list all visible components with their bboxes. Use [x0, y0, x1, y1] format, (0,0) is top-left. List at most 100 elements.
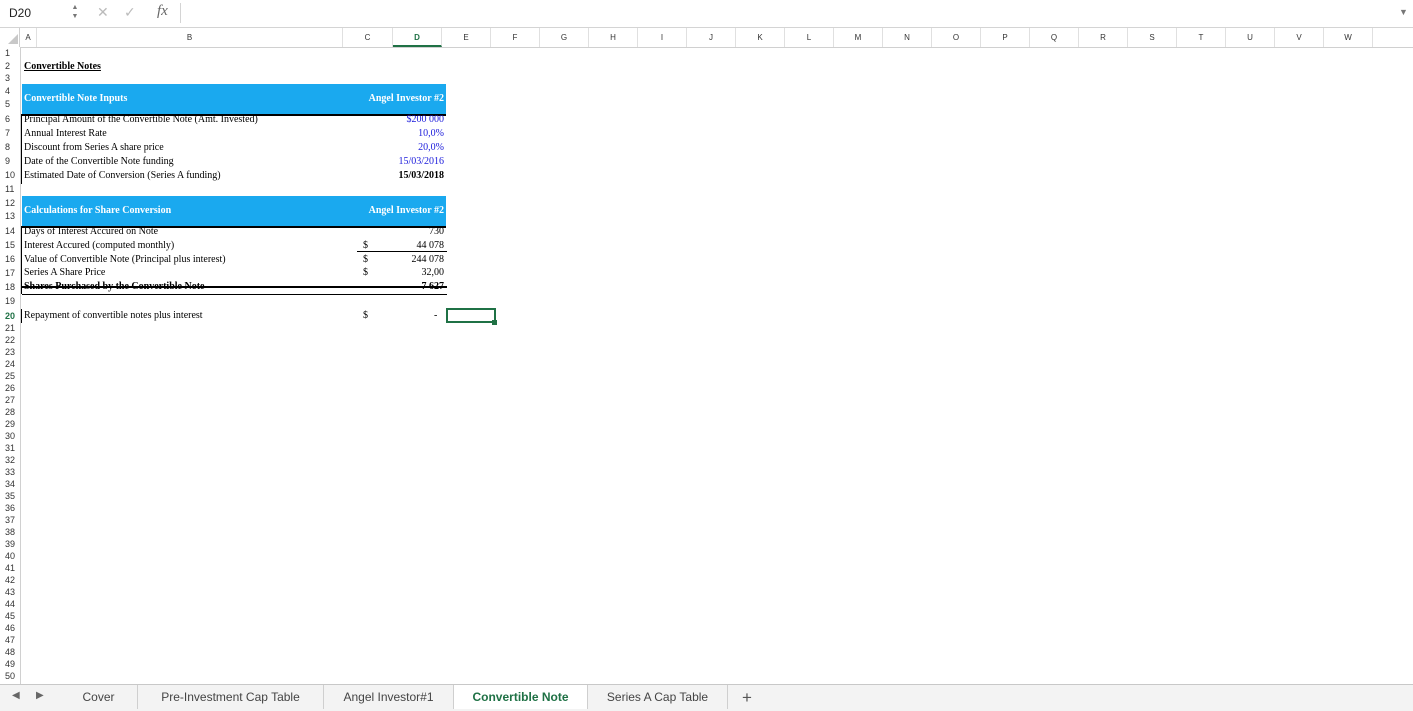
prev-sheet-icon[interactable]: ◀	[12, 690, 20, 701]
input-label[interactable]: Annual Interest Rate	[24, 128, 107, 140]
function-icon[interactable]: fx	[157, 3, 168, 20]
row-header-10[interactable]: 10	[0, 170, 19, 180]
row-header-29[interactable]: 29	[0, 419, 19, 429]
column-header-o[interactable]: O	[932, 28, 981, 47]
column-header-i[interactable]: I	[638, 28, 687, 47]
confirm-icon[interactable]: ✓	[124, 4, 136, 21]
row-header-3[interactable]: 3	[0, 73, 19, 83]
row-header-33[interactable]: 33	[0, 467, 19, 477]
row-header-32[interactable]: 32	[0, 455, 19, 465]
row-header-44[interactable]: 44	[0, 599, 19, 609]
input-value[interactable]: 20,0%	[357, 142, 444, 154]
row-header-9[interactable]: 9	[0, 156, 19, 166]
active-cell-d20[interactable]	[446, 308, 496, 323]
sheet-tab-cover[interactable]: Cover	[60, 685, 138, 709]
row-header-37[interactable]: 37	[0, 515, 19, 525]
column-header-k[interactable]: K	[736, 28, 785, 47]
row-header-17[interactable]: 17	[0, 268, 19, 278]
repayment-currency[interactable]: $	[363, 310, 368, 322]
row-header-28[interactable]: 28	[0, 407, 19, 417]
repayment-label[interactable]: Repayment of convertible notes plus inte…	[24, 310, 203, 322]
row-header-42[interactable]: 42	[0, 575, 19, 585]
name-box[interactable]: D20	[9, 6, 31, 20]
input-label[interactable]: Date of the Convertible Note funding	[24, 156, 174, 168]
next-sheet-icon[interactable]: ▶	[36, 690, 44, 701]
row-header-50[interactable]: 50	[0, 671, 19, 681]
name-box-stepper-icon[interactable]: ▲ ▼	[70, 3, 80, 21]
row-header-49[interactable]: 49	[0, 659, 19, 669]
column-header-g[interactable]: G	[540, 28, 589, 47]
input-value[interactable]: 10,0%	[357, 128, 444, 140]
row-header-14[interactable]: 14	[0, 226, 19, 236]
sheet-tab-series-a-cap-table[interactable]: Series A Cap Table	[588, 685, 728, 709]
calc-value[interactable]: 244 078	[377, 254, 445, 266]
column-header-p[interactable]: P	[981, 28, 1030, 47]
row-header-38[interactable]: 38	[0, 527, 19, 537]
column-header-b[interactable]: B	[37, 28, 343, 47]
column-header-v[interactable]: V	[1275, 28, 1324, 47]
row-header-4[interactable]: 4	[0, 86, 19, 96]
row-header-7[interactable]: 7	[0, 128, 19, 138]
column-header-a[interactable]: A	[20, 28, 37, 47]
row-header-8[interactable]: 8	[0, 142, 19, 152]
row-header-39[interactable]: 39	[0, 539, 19, 549]
sheet-title[interactable]: Convertible Notes	[24, 61, 101, 73]
row-header-12[interactable]: 12	[0, 198, 19, 208]
fill-handle[interactable]	[492, 320, 497, 325]
row-header-30[interactable]: 30	[0, 431, 19, 441]
row-header-6[interactable]: 6	[0, 114, 19, 124]
row-header-15[interactable]: 15	[0, 240, 19, 250]
row-header-23[interactable]: 23	[0, 347, 19, 357]
input-value[interactable]: 15/03/2016	[357, 156, 444, 168]
row-header-5[interactable]: 5	[0, 99, 19, 109]
column-header-q[interactable]: Q	[1030, 28, 1079, 47]
column-header-u[interactable]: U	[1226, 28, 1275, 47]
row-header-27[interactable]: 27	[0, 395, 19, 405]
row-header-43[interactable]: 43	[0, 587, 19, 597]
column-header-h[interactable]: H	[589, 28, 638, 47]
row-header-47[interactable]: 47	[0, 635, 19, 645]
row-header-16[interactable]: 16	[0, 254, 19, 264]
row-header-13[interactable]: 13	[0, 211, 19, 221]
column-header-m[interactable]: M	[834, 28, 883, 47]
calc-label[interactable]: Days of Interest Accured on Note	[24, 226, 158, 238]
row-header-26[interactable]: 26	[0, 383, 19, 393]
row-header-46[interactable]: 46	[0, 623, 19, 633]
row-header-36[interactable]: 36	[0, 503, 19, 513]
input-value[interactable]: $200 000	[357, 114, 445, 126]
row-header-40[interactable]: 40	[0, 551, 19, 561]
input-value[interactable]: 15/03/2018	[357, 170, 444, 182]
row-header-41[interactable]: 41	[0, 563, 19, 573]
column-header-l[interactable]: L	[785, 28, 834, 47]
calc-column-header[interactable]: Angel Investor #2	[369, 205, 444, 216]
calc-label[interactable]: Value of Convertible Note (Principal plu…	[24, 254, 226, 266]
cancel-icon[interactable]: ✕	[97, 4, 109, 21]
row-header-11[interactable]: 11	[0, 184, 19, 194]
row-header-18[interactable]: 18	[0, 282, 19, 292]
column-header-j[interactable]: J	[687, 28, 736, 47]
inputs-header[interactable]: Convertible Note Inputs	[24, 93, 127, 104]
column-header-f[interactable]: F	[491, 28, 540, 47]
add-sheet-button[interactable]: +	[742, 686, 752, 710]
row-header-35[interactable]: 35	[0, 491, 19, 501]
column-header-c[interactable]: C	[343, 28, 393, 47]
calc-label[interactable]: Series A Share Price	[24, 267, 105, 279]
column-header-n[interactable]: N	[883, 28, 932, 47]
row-header-34[interactable]: 34	[0, 479, 19, 489]
row-header-20[interactable]: 20	[0, 311, 19, 321]
calc-label[interactable]: Interest Accured (computed monthly)	[24, 240, 174, 252]
spreadsheet-grid[interactable]: Convertible Notes Convertible Note Input…	[21, 47, 1413, 684]
calc-header[interactable]: Calculations for Share Conversion	[24, 205, 171, 216]
expand-formula-bar-icon[interactable]: ▼	[1399, 7, 1408, 17]
row-header-31[interactable]: 31	[0, 443, 19, 453]
input-label[interactable]: Estimated Date of Conversion (Series A f…	[24, 170, 221, 182]
column-header-e[interactable]: E	[442, 28, 491, 47]
row-header-1[interactable]: 1	[0, 48, 19, 58]
inputs-column-header[interactable]: Angel Investor #2	[369, 93, 444, 104]
input-label[interactable]: Discount from Series A share price	[24, 142, 164, 154]
column-header-d[interactable]: D	[393, 28, 442, 47]
sheet-tab-convertible-note[interactable]: Convertible Note	[454, 685, 588, 709]
column-header-w[interactable]: W	[1324, 28, 1373, 47]
calc-value[interactable]: 32,00	[377, 267, 445, 279]
row-header-19[interactable]: 19	[0, 296, 19, 306]
